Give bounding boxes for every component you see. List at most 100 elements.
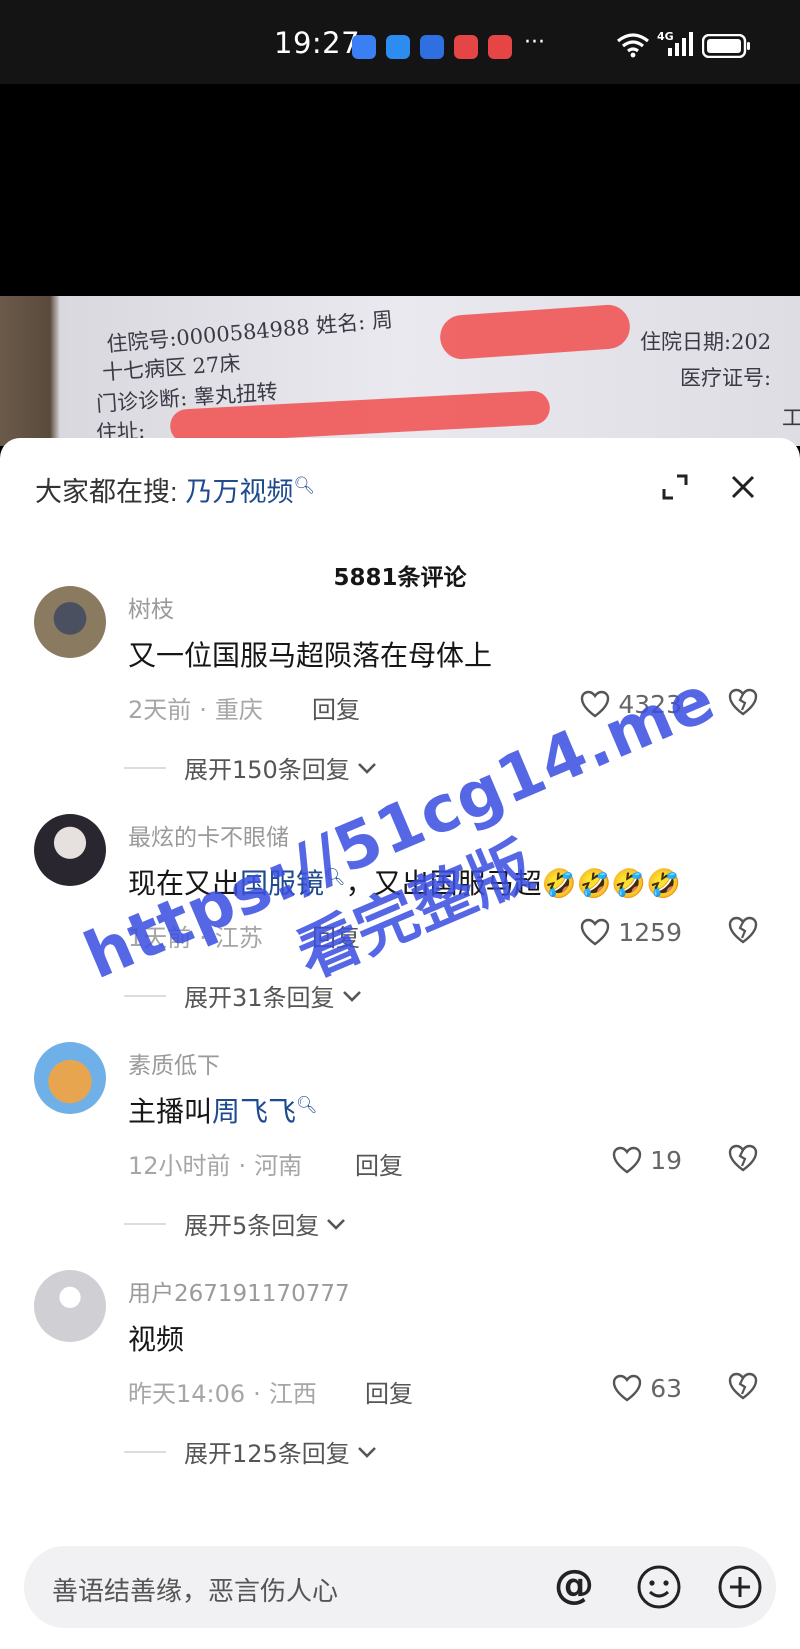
- like-count: 1259: [618, 917, 682, 947]
- avatar[interactable]: [34, 586, 106, 658]
- comment-text-part: 主播叫: [128, 1095, 213, 1128]
- heart-icon: [581, 690, 610, 718]
- chevron-down-icon: [327, 1218, 346, 1230]
- comment-username[interactable]: 用户267191170777: [128, 1274, 350, 1308]
- comment-time: 12小时前: [128, 1152, 231, 1180]
- app-red-icon: [454, 35, 478, 59]
- expand-replies[interactable]: 展开150条回复: [124, 750, 378, 785]
- trending-search-term[interactable]: 乃万视频: [186, 477, 294, 507]
- comment-item: 素质低下主播叫周飞飞🔍︎ 12小时前 · 河南 回复 19 展开5条回复: [0, 1042, 800, 1272]
- expand-replies-label: 展开125条回复: [184, 1440, 350, 1468]
- comment-input-bar[interactable]: 善语结善缘，恶言伤人心 @: [24, 1546, 776, 1628]
- comment-meta: 12小时前 · 河南: [128, 1146, 302, 1181]
- like-button[interactable]: 19: [612, 1142, 682, 1178]
- mention-icon[interactable]: @: [554, 1562, 594, 1608]
- comment-location: 河南: [254, 1152, 303, 1180]
- heart-icon: [581, 918, 610, 946]
- reply-button[interactable]: 回复: [355, 1146, 403, 1181]
- dislike-button[interactable]: [728, 688, 758, 720]
- separator: ·: [253, 1380, 261, 1408]
- battery-icon: [702, 34, 750, 58]
- close-icon[interactable]: [728, 472, 758, 502]
- separator: ·: [238, 1152, 247, 1180]
- search-icon: 🔍︎: [324, 867, 346, 888]
- comment-location: 江西: [268, 1380, 317, 1408]
- like-button[interactable]: 63: [612, 1370, 682, 1406]
- status-bar: 19:27 ··· 4G: [0, 0, 800, 84]
- chevron-down-icon: [357, 762, 376, 774]
- comment-item: 树枝又一位国服马超陨落在母体上 2天前 · 重庆 回复 4323 展开150条回复: [0, 586, 800, 816]
- separator: ·: [199, 924, 207, 952]
- comment-input-placeholder[interactable]: 善语结善缘，恶言伤人心: [52, 1571, 338, 1608]
- like-button[interactable]: 1259: [580, 914, 682, 950]
- cube-icon: [420, 35, 444, 59]
- comment-location: 重庆: [214, 696, 263, 724]
- signal-icon: [668, 32, 693, 56]
- broken-heart-icon: [728, 1372, 758, 1400]
- divider: [124, 1450, 166, 1453]
- comment-text-part: 又一位国服马超陨落在母体上: [128, 639, 493, 672]
- comment-username[interactable]: 素质低下: [128, 1046, 220, 1080]
- expand-replies[interactable]: 展开31条回复: [124, 978, 363, 1013]
- avatar[interactable]: [34, 1042, 106, 1114]
- heart-icon: [612, 1374, 642, 1402]
- like-count: 19: [650, 1145, 682, 1175]
- trending-search[interactable]: 大家都在搜: 乃万视频🔍︎: [35, 470, 315, 509]
- reply-button[interactable]: 回复: [365, 1374, 413, 1409]
- comment-meta: 1天前 · 江苏: [128, 918, 263, 953]
- divider: [124, 766, 166, 769]
- clock: 19:27: [274, 26, 361, 60]
- comment-item: 用户267191170777 视频昨天14:06 · 江西 回复 63 展开125条回复: [0, 1270, 800, 1500]
- video-frame-document[interactable]: 住院号:0000584988 姓名: 周 十七病区 27床 门诊诊断: 睾丸扭转…: [0, 296, 800, 446]
- broken-heart-icon: [728, 1144, 758, 1172]
- dislike-button[interactable]: [728, 1372, 758, 1404]
- comment-username[interactable]: 最炫的卡不眼储: [128, 818, 289, 852]
- like-button[interactable]: 4323: [580, 686, 682, 722]
- expand-icon[interactable]: [660, 472, 690, 502]
- comment-meta: 昨天14:06 · 江西: [128, 1374, 317, 1409]
- comment-meta: 2天前 · 重庆: [128, 690, 263, 725]
- comment-text: 现在又出国服镜🔍︎，又出国服马超🤣🤣🤣🤣: [128, 862, 681, 902]
- app-red-icon: [488, 35, 512, 59]
- search-icon: 🔍︎: [293, 476, 316, 495]
- separator: ·: [199, 696, 207, 724]
- avatar[interactable]: [34, 814, 106, 886]
- more-notifications-icon: ···: [524, 30, 545, 55]
- like-count: 63: [650, 1373, 682, 1403]
- wifi-icon: [617, 33, 649, 58]
- comment-username[interactable]: 树枝: [128, 590, 174, 624]
- comment-text-part: 视频: [128, 1323, 185, 1356]
- heart-icon: [612, 1146, 642, 1174]
- dislike-button[interactable]: [728, 1144, 758, 1176]
- search-link[interactable]: 国服镜: [240, 867, 324, 900]
- document-text: 工: [782, 406, 800, 430]
- comment-time: 1天前: [128, 924, 192, 952]
- avatar[interactable]: [34, 1270, 106, 1342]
- document-text: 医疗证号:: [680, 366, 772, 390]
- redaction-mark: [438, 303, 632, 361]
- expand-replies-label: 展开31条回复: [184, 984, 335, 1012]
- browser-icon: [352, 35, 376, 59]
- comment-text: 主播叫周飞飞🔍︎: [128, 1090, 318, 1130]
- reply-button[interactable]: 回复: [312, 918, 360, 953]
- comment-sheet: 大家都在搜: 乃万视频🔍︎ 5881条评论 树枝 又一位国服马超陨落在母体上 2天前 ·…: [0, 438, 800, 1649]
- reply-button[interactable]: 回复: [312, 690, 360, 725]
- expand-replies[interactable]: 展开5条回复: [124, 1206, 347, 1241]
- video-player[interactable]: [0, 84, 800, 296]
- broken-heart-icon: [728, 916, 758, 944]
- expand-replies[interactable]: 展开125条回复: [124, 1434, 378, 1469]
- emoji-icon[interactable]: [636, 1564, 682, 1610]
- divider: [124, 1222, 166, 1225]
- comment-text-part: 现在又出: [128, 867, 241, 900]
- comment-time: 2天前: [128, 696, 192, 724]
- comment-location: 江苏: [214, 924, 263, 952]
- add-icon[interactable]: [717, 1564, 763, 1610]
- comment-time: 昨天14:06: [128, 1380, 246, 1408]
- trending-search-label: 大家都在搜:: [35, 477, 178, 507]
- search-icon: 🔍︎: [296, 1095, 318, 1116]
- document-text: 住院日期:202: [640, 330, 772, 354]
- document-text: 住院号:0000584988 姓名: 周: [105, 307, 394, 357]
- search-link[interactable]: 周飞飞: [212, 1095, 296, 1128]
- dislike-button[interactable]: [728, 916, 758, 948]
- broken-heart-icon: [728, 688, 758, 716]
